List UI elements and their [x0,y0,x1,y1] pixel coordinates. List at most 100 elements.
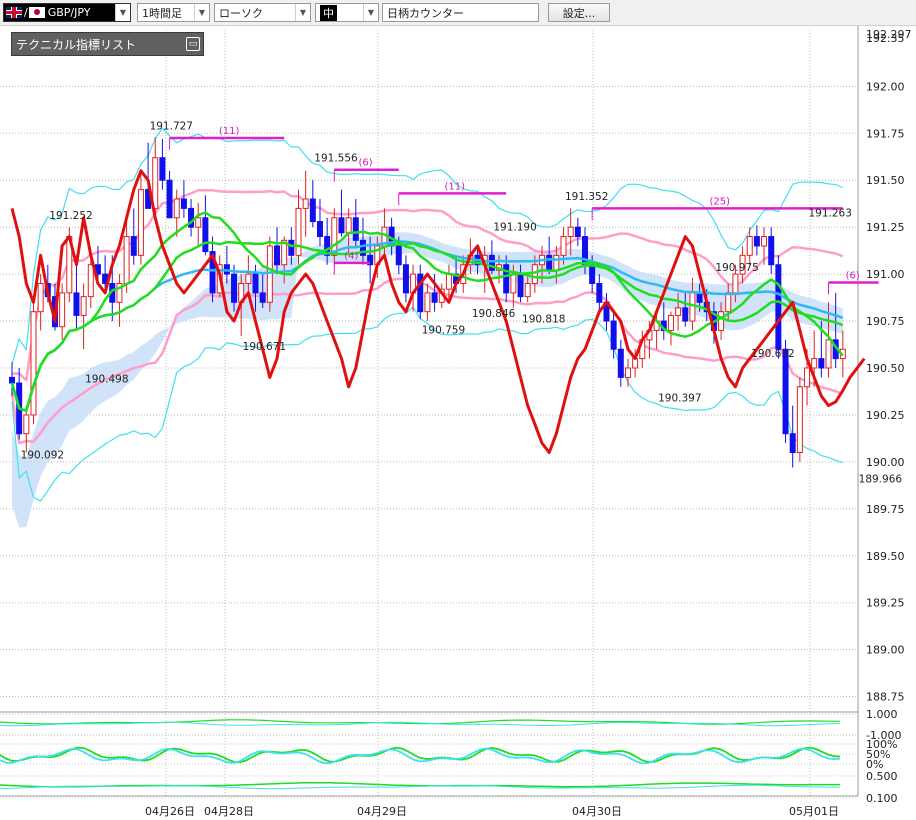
candle-body [252,273,259,294]
date-tick-label: 04月26日 [145,805,195,818]
candle-body [732,273,739,294]
candle-body [718,311,725,331]
candle-body [259,292,266,303]
date-tick-label: 04月29日 [357,805,407,818]
toolbar: / GBP/JPY ▼ 1時間足 ▼ ローソク ▼ 中 ▼ 日柄カウンター 設定… [0,0,916,26]
candle-body [166,179,173,219]
candle-body [59,292,66,328]
currency-pair-select[interactable]: / GBP/JPY ▼ [3,3,131,22]
candle-body [159,157,166,181]
flag-separator: / [24,6,28,19]
price-annotation: 190.818 [522,313,565,325]
candle-body [73,292,80,316]
price-annotation: 191.352 [565,191,608,203]
candle-size-select[interactable]: 中 ▼ [315,3,379,22]
price-tick-label: 189.00 [866,644,905,657]
candle-body [667,314,674,331]
price-tick-label: 192.00 [866,80,905,93]
restore-icon[interactable]: ▭ [186,37,200,51]
sub-tick-label: 0.100 [866,792,898,805]
candle-body [30,311,37,416]
price-annotation: 190.092 [21,450,64,462]
candle-body [761,236,768,247]
technical-indicator-list-panel[interactable]: テクニカル指標リスト ▭ [11,32,204,56]
candle-body [510,273,517,294]
chevron-down-icon[interactable]: ▼ [295,4,310,21]
price-tick-label: 190.75 [866,315,905,328]
candle-body [546,254,553,271]
chevron-down-icon[interactable]: ▼ [115,4,130,21]
candle-body [9,376,15,384]
candle-body [37,283,44,313]
candle-body [825,339,832,369]
candle-body [689,292,696,322]
candle-body [274,245,281,266]
date-tick-label: 04月28日 [204,805,254,818]
price-annotation: 191.190 [493,221,536,233]
candle-body [137,189,144,256]
price-annotation: 190.759 [422,324,465,336]
timeframe-select[interactable]: 1時間足 ▼ [137,3,210,22]
candle-body [610,320,617,350]
candle-body [811,358,818,369]
price-annotation: 191.556 [314,153,358,165]
candle-body [503,264,510,294]
day-counter-label: (11) [219,126,240,137]
settings-button[interactable]: 設定... [548,3,610,22]
price-annotation: 191.252 [49,210,92,222]
candle-body [431,292,438,303]
price-tick-label: 191.25 [866,221,905,234]
day-counter-toggle[interactable]: 日柄カウンター [382,3,539,22]
day-counter-label: (25) [709,196,730,207]
stochastic-line-1 [0,746,841,764]
price-annotation: 190.671 [243,341,286,353]
price-chart[interactable]: 192.00 191.75 191.50 191.25 191.00 190.75 190.… [0,26,916,820]
candle-body [696,292,703,303]
candle-body [517,273,524,298]
price-annotation: 190.846 [472,308,516,320]
candle-body [23,414,30,435]
candle-body [288,239,295,256]
candle-body [725,292,732,313]
candle-body [424,292,431,313]
chevron-down-icon[interactable]: ▼ [194,4,209,21]
candle-body [266,245,273,303]
price-annotation: 190.397 [658,392,701,404]
candle-body [746,236,753,256]
candle-body [560,236,567,256]
stochastic-line-2 [0,747,841,765]
sub-tick-label: 1.000 [866,708,898,721]
candle-body [202,217,209,253]
chart-type-select[interactable]: ローソク ▼ [214,3,311,22]
price-tick-label: 189.75 [866,503,905,516]
candle-body [309,198,316,223]
candle-body [531,264,538,285]
candle-body [80,296,87,316]
day-counter-label: 日柄カウンター [387,6,464,20]
candle-body [295,207,302,256]
price-tick-label: 189.50 [866,550,905,563]
price-annotation: 190.632 [751,348,794,360]
technical-indicator-list-title: テクニカル指標リスト [16,37,137,52]
price-tick-label: 191.75 [866,127,905,140]
candle-body [352,217,359,241]
price-annotation: 191.263 [809,208,852,220]
candle-body [675,307,682,316]
candle-body [345,217,352,234]
day-counter-label: (11) [444,181,465,192]
candle-body [804,367,811,388]
candle-body [574,226,581,238]
day-counter-label: (6) [359,158,373,169]
candle-body [123,236,130,284]
candle-body [567,226,574,238]
timeframe-label: 1時間足 [142,6,182,20]
currency-pair-label: GBP/JPY [47,6,91,19]
candle-body [231,273,238,303]
candle-body [775,264,782,350]
candle-body [818,358,825,369]
chevron-down-icon[interactable]: ▼ [363,4,378,21]
candle-body [245,273,252,285]
candle-body [768,236,775,266]
candle-body [173,198,180,219]
price-annotation: 189.966 [859,473,903,485]
